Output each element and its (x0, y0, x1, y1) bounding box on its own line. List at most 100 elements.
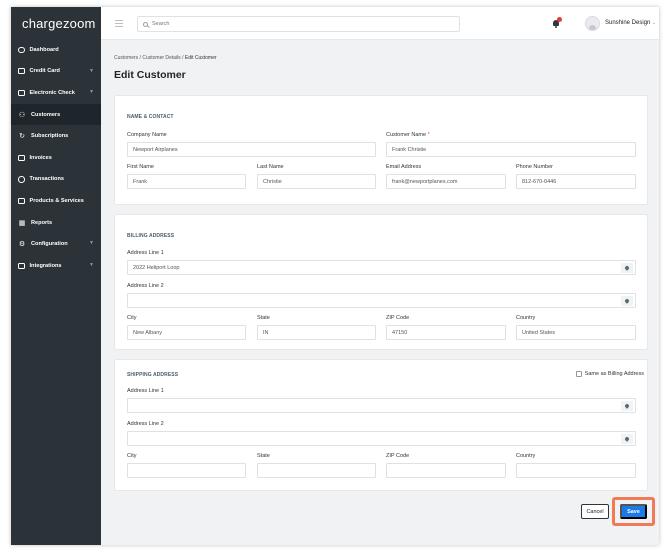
shipping-city-field[interactable] (127, 463, 246, 478)
page-title: Edit Customer (114, 69, 186, 81)
sidebar-item-label: Dashboard (29, 46, 59, 53)
section-title: NAME & CONTACT (127, 114, 174, 120)
billing-country-label: Country (516, 315, 536, 321)
billing-zip-label: ZIP Code (386, 315, 410, 321)
users-icon: ⚇ (18, 111, 26, 119)
shipping-city-label: City (127, 453, 137, 459)
box-icon (18, 197, 25, 204)
sidebar-item-transactions[interactable]: Transactions (11, 169, 101, 191)
chevron-down-icon: ▼ (89, 67, 94, 74)
sidebar-item-configuration[interactable]: ⚙ Configuration ▼ (11, 233, 101, 255)
chevron-down-icon: ▼ (89, 261, 94, 268)
billing-address-line1-field[interactable]: 2022 Heliport Loop (127, 260, 636, 275)
last-name-label: Last Name (257, 164, 284, 170)
shipping-zip-label: ZIP Code (386, 453, 410, 459)
field-value: 2022 Heliport Loop (133, 264, 180, 271)
billing-zip-field[interactable]: 47150 (386, 325, 506, 340)
sidebar-item-products-services[interactable]: Products & Services (11, 190, 101, 212)
shipping-address-line1-field[interactable] (127, 398, 636, 413)
sidebar-item-label: Customers (31, 111, 61, 118)
save-button[interactable]: Save (620, 504, 647, 519)
search-icon (143, 21, 148, 27)
home-icon (18, 46, 25, 54)
sidebar-item-label: Transactions (29, 176, 65, 183)
email-label: Email Address (386, 164, 422, 170)
search-box[interactable] (137, 16, 460, 32)
shipping-country-label: Country (516, 453, 536, 459)
search-input[interactable] (152, 21, 432, 27)
shipping-address-line1-label: Address Line 1 (127, 388, 164, 394)
avatar[interactable] (585, 16, 600, 31)
sidebar-item-subscriptions[interactable]: ↻ Subscriptions (11, 125, 101, 147)
location-pin-icon[interactable] (621, 434, 633, 444)
customer-name-label: Customer Name * (386, 132, 430, 138)
name-contact-card: NAME & CONTACT Company Name Newport Airp… (114, 95, 648, 205)
shipping-address-line2-label: Address Line 2 (127, 421, 164, 427)
sidebar-item-label: Configuration (31, 241, 68, 248)
same-as-billing-checkbox[interactable]: Same as Billing Address (575, 371, 644, 377)
sidebar-item-customers[interactable]: ⚇ Customers (11, 103, 101, 126)
phone-label: Phone Number (516, 164, 553, 170)
hamburger-menu-icon[interactable] (115, 20, 123, 29)
sidebar-item-electronic-check[interactable]: Electronic Check ▼ (11, 82, 101, 104)
sidebar-item-credit-card[interactable]: Credit Card ▼ (11, 61, 101, 83)
location-pin-icon[interactable] (621, 263, 633, 273)
sidebar-item-invoices[interactable]: Invoices (11, 147, 101, 169)
app-window: chargezoom Dashboard Credit Card ▼ Elect… (11, 7, 659, 545)
breadcrumb-current: Edit Customer (184, 55, 217, 61)
first-name-field[interactable]: Frank (127, 174, 246, 189)
billing-city-field[interactable]: New Albany (127, 325, 246, 340)
billing-address-line1-label: Address Line 1 (127, 250, 164, 256)
notification-bell-icon[interactable] (552, 17, 562, 28)
user-name[interactable]: Sunshine Design (605, 20, 650, 26)
shipping-zip-field[interactable] (386, 463, 506, 478)
sidebar-item-label: Subscriptions (31, 133, 69, 140)
cancel-button[interactable]: Cancel (581, 504, 609, 519)
billing-address-line2-field[interactable] (127, 293, 636, 308)
company-name-field[interactable]: Newport Airplanes (127, 142, 376, 157)
sidebar-item-dashboard[interactable]: Dashboard (11, 39, 101, 61)
billing-city-label: City (127, 315, 137, 321)
shipping-state-label: State (257, 453, 270, 459)
bar-chart-icon: ▦ (18, 219, 26, 227)
last-name-field[interactable]: Christie (257, 174, 376, 189)
notification-badge (557, 17, 562, 22)
chevron-down-icon: ▼ (89, 89, 94, 96)
customer-name-field[interactable]: Frank Christie (386, 142, 636, 157)
billing-address-line2-label: Address Line 2 (127, 283, 164, 289)
billing-state-field[interactable]: IN (257, 325, 376, 340)
shipping-state-field[interactable] (257, 463, 376, 478)
top-bar: Sunshine Design ⌄ (101, 7, 659, 40)
credit-card-icon (18, 68, 25, 75)
section-title: SHIPPING ADDRESS (127, 372, 179, 378)
same-as-billing-label: Same as Billing Address (584, 371, 644, 377)
app-logo[interactable]: chargezoom (11, 7, 101, 39)
phone-field[interactable]: 812-670-0446 (516, 174, 636, 189)
checkbox-box[interactable] (575, 371, 582, 377)
shipping-address-card: SHIPPING ADDRESS Same as Billing Address… (114, 359, 648, 491)
breadcrumb: Customers / Customer Details / Edit Cust… (114, 55, 217, 61)
invoice-icon (18, 154, 25, 161)
email-field[interactable]: frank@newportplanes.com (386, 174, 506, 189)
shipping-address-line2-field[interactable] (127, 431, 636, 446)
billing-state-label: State (257, 315, 270, 321)
company-name-label: Company Name (127, 132, 167, 138)
save-button-highlight: Save (612, 497, 655, 526)
chevron-down-icon[interactable]: ⌄ (652, 20, 656, 26)
location-pin-icon[interactable] (621, 401, 633, 411)
sidebar-item-label: Invoices (29, 154, 52, 161)
sidebar-item-label: Credit Card (29, 68, 60, 75)
plug-icon (18, 262, 25, 269)
first-name-label: First Name (127, 164, 154, 170)
sidebar: chargezoom Dashboard Credit Card ▼ Elect… (11, 7, 101, 545)
refresh-icon: ↻ (19, 133, 25, 141)
sidebar-item-integrations[interactable]: Integrations ▼ (11, 255, 101, 277)
shipping-country-field[interactable] (516, 463, 636, 478)
sidebar-item-reports[interactable]: ▦ Reports (11, 212, 101, 234)
breadcrumb-path[interactable]: Customers / Customer Details / (114, 55, 185, 61)
location-pin-icon[interactable] (621, 296, 633, 306)
sidebar-item-label: Electronic Check (29, 89, 75, 96)
dollar-circle-icon (18, 176, 25, 183)
section-title: BILLING ADDRESS (127, 233, 175, 239)
billing-country-field[interactable]: United States (516, 325, 636, 340)
